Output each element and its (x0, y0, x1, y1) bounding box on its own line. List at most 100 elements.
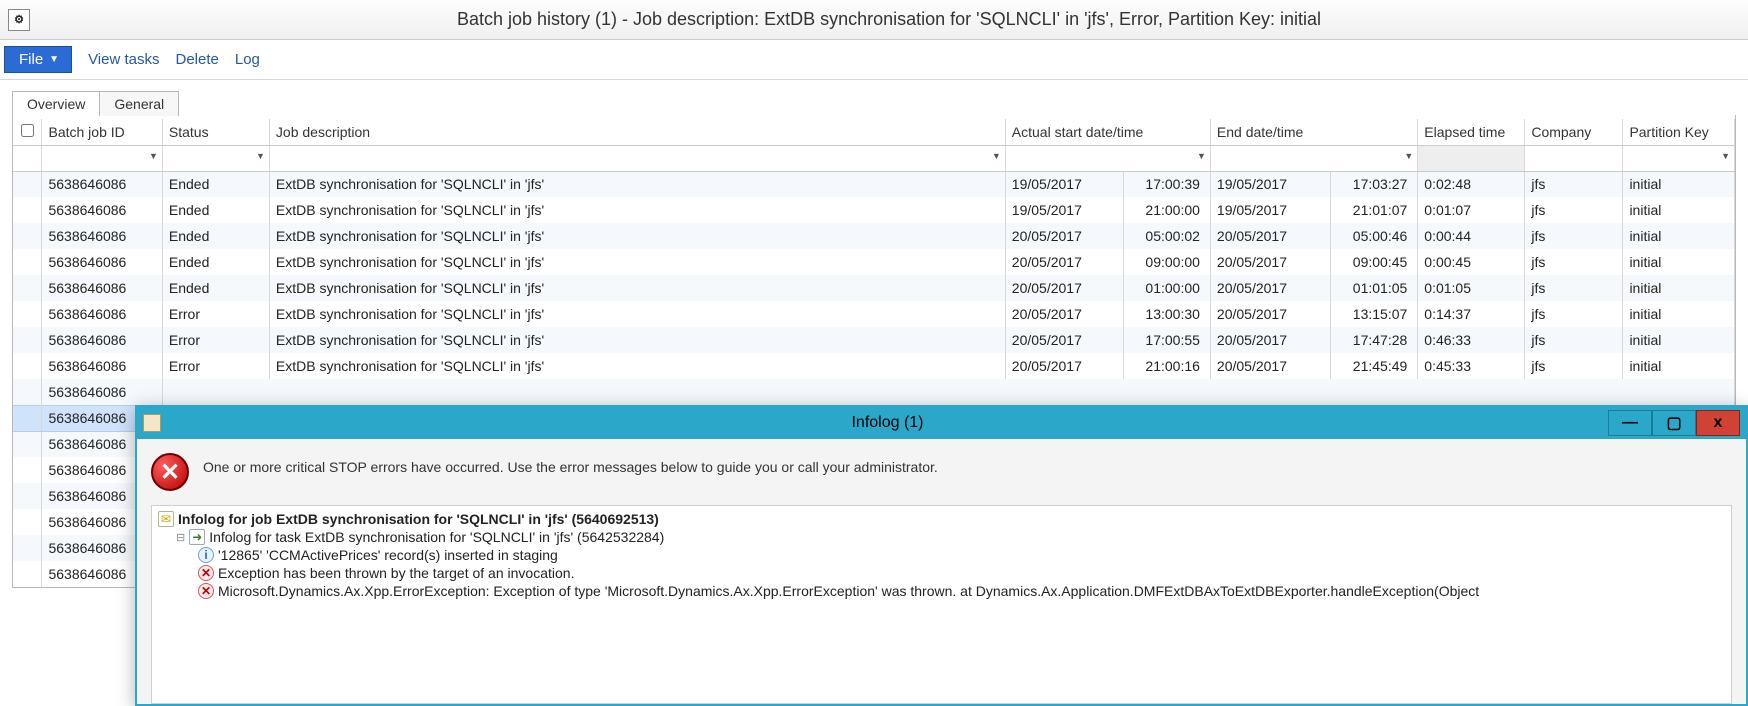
col-elapsed[interactable]: Elapsed time (1418, 119, 1525, 145)
tree-error-2-label: Microsoft.Dynamics.Ax.Xpp.ErrorException… (218, 583, 1479, 599)
filter-dropdown-icon[interactable]: ▼ (1404, 151, 1413, 161)
row-checkbox[interactable] (13, 249, 42, 275)
minimize-button[interactable]: — (1608, 410, 1652, 436)
minimize-icon: — (1622, 414, 1638, 432)
cell-end-time: 13:15:07 (1331, 301, 1418, 327)
cell-end-time: 17:47:28 (1331, 327, 1418, 353)
row-checkbox[interactable] (13, 327, 42, 353)
cell-start-time: 21:00:00 (1123, 197, 1210, 223)
tree-task[interactable]: ⊟ ➜ Infolog for task ExtDB synchronisati… (158, 528, 1725, 546)
cell-status: Ended (162, 223, 269, 249)
filter-status[interactable]: ▼ (162, 145, 269, 171)
cell-company: jfs (1525, 223, 1623, 249)
table-row[interactable]: 5638646086ErrorExtDB synchronisation for… (13, 301, 1735, 327)
delete-menu[interactable]: Delete (176, 51, 219, 68)
filter-dropdown-icon[interactable]: ▼ (149, 151, 158, 161)
view-tasks-menu[interactable]: View tasks (88, 51, 159, 68)
tree-root[interactable]: ✉ Infolog for job ExtDB synchronisation … (158, 510, 1725, 528)
cell-end-date: 19/05/2017 (1210, 197, 1330, 223)
cell-description: ExtDB synchronisation for 'SQLNCLI' in '… (269, 301, 1005, 327)
filter-dropdown-icon[interactable]: ▼ (992, 151, 1001, 161)
table-row[interactable]: 5638646086EndedExtDB synchronisation for… (13, 275, 1735, 301)
row-checkbox[interactable] (13, 301, 42, 327)
cell-batch-id: 5638646086 (42, 301, 162, 327)
error-icon: ✕ (198, 565, 214, 581)
cell-company: jfs (1525, 301, 1623, 327)
cell-description: ExtDB synchronisation for 'SQLNCLI' in '… (269, 223, 1005, 249)
file-menu-label: File (19, 51, 43, 68)
col-status[interactable]: Status (162, 119, 269, 145)
cell-description: ExtDB synchronisation for 'SQLNCLI' in '… (269, 275, 1005, 301)
col-description[interactable]: Job description (269, 119, 1005, 145)
filter-end[interactable]: ▼ (1210, 145, 1417, 171)
cell-batch-id: 5638646086 (42, 353, 162, 379)
maximize-icon: ▢ (1666, 413, 1681, 433)
cell-end-time: 09:00:45 (1331, 249, 1418, 275)
cell-partition: initial (1623, 301, 1735, 327)
grid-filter-row: ▼ ▼ ▼ ▼ ▼ ▼ (13, 145, 1735, 171)
file-menu-button[interactable]: File ▼ (4, 46, 72, 73)
table-row[interactable]: 5638646086EndedExtDB synchronisation for… (13, 223, 1735, 249)
select-all-checkbox[interactable] (13, 119, 42, 145)
filter-dropdown-icon[interactable]: ▼ (256, 151, 265, 161)
cell-status: Error (162, 353, 269, 379)
table-row[interactable]: 5638646086EndedExtDB synchronisation for… (13, 249, 1735, 275)
table-row[interactable]: 5638646086ErrorExtDB synchronisation for… (13, 353, 1735, 379)
log-menu[interactable]: Log (235, 51, 260, 68)
col-end[interactable]: End date/time (1210, 119, 1417, 145)
cell-elapsed: 0:46:33 (1418, 327, 1525, 353)
filter-start[interactable]: ▼ (1005, 145, 1210, 171)
filter-dropdown-icon[interactable]: ▼ (1197, 151, 1206, 161)
infolog-titlebar[interactable]: Infolog (1) — ▢ x (137, 407, 1746, 439)
row-checkbox[interactable] (13, 197, 42, 223)
tabstrip: Overview General (0, 80, 1748, 115)
row-checkbox[interactable] (13, 353, 42, 379)
cell-partition: initial (1623, 197, 1735, 223)
cell-end-time: 17:03:27 (1331, 171, 1418, 197)
cell-description: ExtDB synchronisation for 'SQLNCLI' in '… (269, 249, 1005, 275)
chevron-down-icon: ▼ (49, 54, 59, 65)
table-row[interactable]: 5638646086EndedExtDB synchronisation for… (13, 171, 1735, 197)
tree-error-1[interactable]: ✕ Exception has been thrown by the targe… (158, 564, 1725, 582)
row-checkbox[interactable] (13, 171, 42, 197)
filter-elapsed[interactable] (1418, 145, 1525, 171)
error-stop-icon: ✕ (151, 453, 189, 491)
row-checkbox[interactable] (13, 223, 42, 249)
cell-start-date: 19/05/2017 (1005, 197, 1123, 223)
filter-company[interactable] (1525, 145, 1623, 171)
cell-end-date: 20/05/2017 (1210, 301, 1330, 327)
filter-dropdown-icon[interactable]: ▼ (1721, 151, 1730, 161)
window-title: Batch job history (1) - Job description:… (38, 9, 1740, 30)
col-partition[interactable]: Partition Key (1623, 119, 1735, 145)
col-batch-id[interactable]: Batch job ID (42, 119, 162, 145)
tree-info[interactable]: i '12865' 'CCMActivePrices' record(s) in… (158, 546, 1725, 564)
maximize-button[interactable]: ▢ (1652, 410, 1696, 436)
cell-batch-id: 5638646086 (42, 275, 162, 301)
cell-end-time: 21:01:07 (1331, 197, 1418, 223)
close-button[interactable]: x (1696, 410, 1740, 436)
cell-company: jfs (1525, 275, 1623, 301)
filter-batch-id[interactable]: ▼ (42, 145, 162, 171)
filter-description[interactable]: ▼ (269, 145, 1005, 171)
infolog-tree[interactable]: ✉ Infolog for job ExtDB synchronisation … (151, 505, 1732, 704)
col-start[interactable]: Actual start date/time (1005, 119, 1210, 145)
cell-elapsed: 0:14:37 (1418, 301, 1525, 327)
cell-start-time: 01:00:00 (1123, 275, 1210, 301)
cell-partition: initial (1623, 327, 1735, 353)
tab-general[interactable]: General (99, 91, 179, 116)
filter-partition[interactable]: ▼ (1623, 145, 1735, 171)
row-checkbox[interactable] (13, 275, 42, 301)
cell-start-time: 17:00:55 (1123, 327, 1210, 353)
col-company[interactable]: Company (1525, 119, 1623, 145)
infolog-summary: One or more critical STOP errors have oc… (203, 453, 938, 475)
cell-start-date: 20/05/2017 (1005, 223, 1123, 249)
tree-error-2[interactable]: ✕ Microsoft.Dynamics.Ax.Xpp.ErrorExcepti… (158, 582, 1725, 600)
cell-description: ExtDB synchronisation for 'SQLNCLI' in '… (269, 197, 1005, 223)
cell-elapsed: 0:01:07 (1418, 197, 1525, 223)
table-row[interactable]: 5638646086ErrorExtDB synchronisation for… (13, 327, 1735, 353)
table-row[interactable]: 5638646086 (13, 379, 1735, 405)
table-row[interactable]: 5638646086EndedExtDB synchronisation for… (13, 197, 1735, 223)
cell-company: jfs (1525, 249, 1623, 275)
tab-overview[interactable]: Overview (12, 91, 100, 116)
cell-start-date: 20/05/2017 (1005, 275, 1123, 301)
